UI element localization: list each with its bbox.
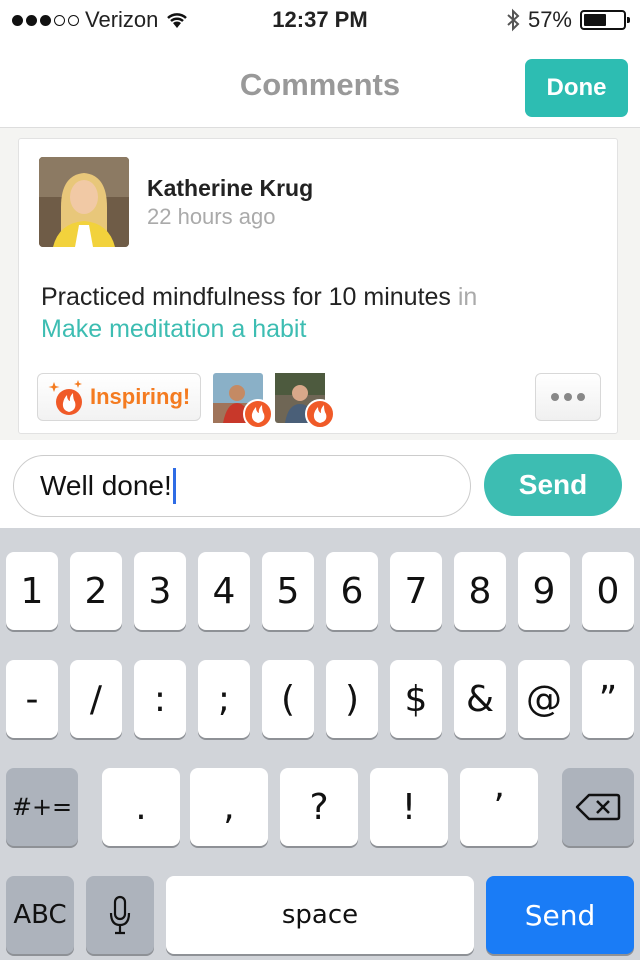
more-dot [551,393,559,401]
key[interactable]: - [6,660,58,738]
comment-input[interactable]: Well done! [13,455,471,517]
inspiring-button[interactable]: Inspiring! [37,373,201,421]
key[interactable]: ? [280,768,358,846]
key[interactable]: 5 [262,552,314,630]
sparkle-flame-icon [48,380,82,415]
space-key[interactable]: space [166,876,474,954]
post-timestamp: 22 hours ago [147,204,276,229]
author-name[interactable]: Katherine Krug [147,175,313,202]
backspace-icon [575,793,621,821]
key[interactable]: ” [582,660,634,738]
key[interactable]: ( [262,660,314,738]
key[interactable]: ’ [460,768,538,846]
post-in-word: in [450,283,478,311]
done-button[interactable]: Done [525,59,628,117]
post-card: Katherine Krug 22 hours ago Practiced mi… [18,138,618,434]
send-comment-button[interactable]: Send [484,454,622,516]
dictation-key[interactable] [86,876,154,954]
key[interactable]: 2 [70,552,122,630]
habit-link[interactable]: Make meditation a habit [41,315,306,343]
inspirer-avatar[interactable] [275,373,335,429]
key[interactable]: $ [390,660,442,738]
keyboard-send-key[interactable]: Send [486,876,634,954]
delete-key[interactable] [562,768,634,846]
key[interactable]: 3 [134,552,186,630]
author-photo [39,157,129,247]
battery-icon [580,10,630,30]
battery-info: 57% [506,7,630,33]
key[interactable]: 0 [582,552,634,630]
abc-key[interactable]: ABC [6,876,74,954]
flame-badge-icon [305,399,335,429]
battery-fill [584,14,606,26]
key[interactable]: ! [370,768,448,846]
key[interactable]: 8 [454,552,506,630]
key[interactable]: ; [198,660,250,738]
key[interactable]: 9 [518,552,570,630]
key[interactable]: 1 [6,552,58,630]
inspirer-avatar[interactable] [213,373,273,429]
inspiring-label: Inspiring! [90,384,191,409]
more-options-button[interactable] [535,373,601,421]
key[interactable]: ) [326,660,378,738]
key[interactable]: 4 [198,552,250,630]
key[interactable]: , [190,768,268,846]
comment-bar: Well done! Send [0,440,640,528]
key[interactable]: & [454,660,506,738]
key[interactable]: 6 [326,552,378,630]
more-dot [564,393,572,401]
key[interactable]: 7 [390,552,442,630]
battery-percent: 57% [527,7,572,32]
keyboard: 1 2 3 4 5 6 7 8 9 0 - / : ; ( ) $ & @ ” … [0,528,640,960]
status-bar: Verizon 12:37 PM 57% [0,0,640,40]
text-caret [172,468,176,504]
symbols-key[interactable]: #+= [6,768,78,846]
post-activity: Practiced mindfulness for 10 minutes [41,283,451,311]
more-dot [577,393,585,401]
flame-badge-icon [243,399,273,429]
comment-text: Well done! [40,470,172,501]
author-avatar[interactable] [39,157,129,247]
bluetooth-icon [507,8,520,32]
key[interactable]: . [102,768,180,846]
key[interactable]: : [134,660,186,738]
nav-bar: Comments Done [0,40,640,128]
microphone-icon [109,895,131,935]
key[interactable]: / [70,660,122,738]
key[interactable]: @ [518,660,570,738]
post-text: Practiced mindfulness for 10 minutes in … [41,281,601,345]
